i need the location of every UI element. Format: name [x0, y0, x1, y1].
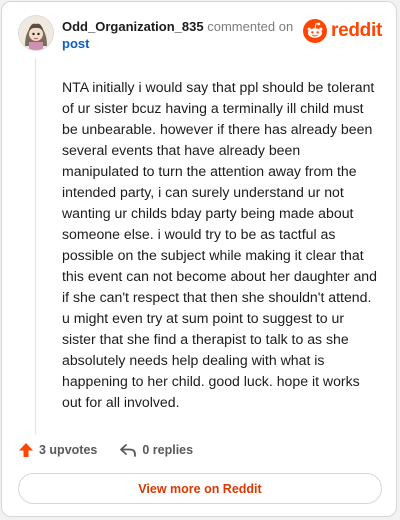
reddit-wordmark: reddit: [331, 20, 382, 41]
view-more-button[interactable]: View more on Reddit: [18, 473, 382, 504]
thread-line: [35, 58, 36, 434]
upvote-count: 3 upvotes: [39, 443, 98, 457]
comment-body: NTA initially i would say that ppl shoul…: [62, 79, 377, 410]
comment-header: Odd_Organization_835 commented on post r…: [18, 15, 382, 55]
post-link[interactable]: post: [62, 36, 89, 51]
comment-footer: 3 upvotes 0 replies: [18, 440, 193, 460]
reddit-snoo-icon: [303, 19, 328, 43]
comment-card: Odd_Organization_835 commented on post r…: [1, 1, 397, 517]
upvote-arrow-icon: [19, 443, 33, 457]
reply-arrow-icon: [120, 444, 137, 457]
author-line: Odd_Organization_835 commented on: [62, 19, 293, 35]
upvote-button[interactable]: 3 upvotes: [18, 442, 97, 458]
reddit-brand[interactable]: reddit: [303, 19, 382, 43]
reply-count: 0 replies: [142, 443, 194, 457]
comment-action: commented on: [207, 19, 294, 34]
avatar-image: [19, 16, 53, 50]
reply-button[interactable]: 0 replies: [119, 442, 193, 458]
author-name[interactable]: Odd_Organization_835: [62, 19, 204, 34]
user-avatar[interactable]: [18, 15, 54, 51]
